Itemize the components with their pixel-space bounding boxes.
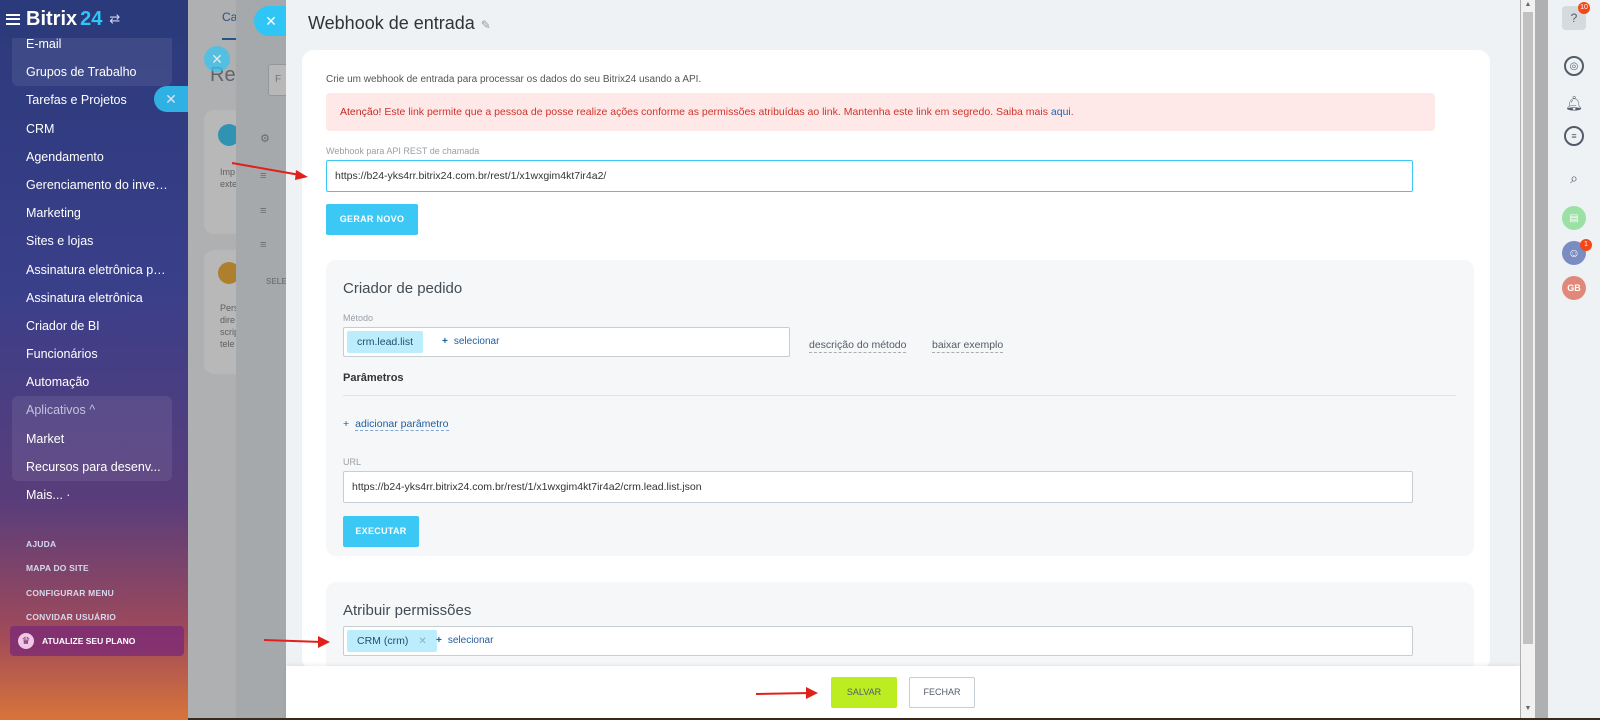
close-slider-button[interactable]: ✕: [254, 6, 288, 36]
sidebar-item-apps[interactable]: Aplicativos ^: [12, 396, 172, 424]
crown-icon: ♛: [18, 633, 34, 649]
method-description-link[interactable]: descrição do método: [809, 339, 907, 353]
plus-icon-param: +: [343, 418, 350, 430]
security-alert: Atenção! Este link permite que a pessoa …: [326, 93, 1435, 131]
user-avatar[interactable]: GB: [1562, 276, 1586, 300]
configure-menu-link[interactable]: CONFIGURAR MENU: [26, 581, 116, 605]
sidebar-header: Bitrix 24 ⇄: [0, 0, 188, 38]
scroll-down-icon[interactable]: ▼: [1523, 704, 1533, 714]
webhook-url-label: Webhook para API REST de chamada: [326, 146, 480, 156]
sidebar-item-automation[interactable]: Automação: [12, 368, 172, 396]
request-builder-section: Criador de pedido Método crm.lead.list +…: [326, 260, 1474, 556]
parameters-title: Parâmetros: [343, 372, 404, 384]
download-example-link[interactable]: baixar exemplo: [932, 339, 1004, 353]
upgrade-plan-button[interactable]: ♛ ATUALIZE SEU PLANO: [10, 626, 184, 656]
sidebar-item-market[interactable]: Market: [12, 425, 172, 453]
panel-footer: SALVAR FECHAR: [286, 666, 1520, 720]
webhook-url-field[interactable]: https://b24-yks4rr.bitrix24.com.br/rest/…: [326, 160, 1413, 192]
url-label: URL: [343, 457, 362, 467]
help-badge: 10: [1578, 2, 1590, 14]
alert-prefix: Atenção!: [340, 106, 382, 118]
sidebar-item-crm[interactable]: CRM: [12, 115, 172, 143]
upgrade-plan-label: ATUALIZE SEU PLANO: [42, 636, 136, 646]
sidebar-menu: E-mail Grupos de Trabalho Tarefas e Proj…: [12, 30, 172, 509]
permissions-title: Atribuir permissões: [343, 602, 472, 619]
bell-icon[interactable]: 🔔︎: [1562, 91, 1586, 115]
annotation-arrow-webhook: [231, 162, 308, 180]
alert-text: Este link permite que a pessoa de posse …: [381, 106, 1051, 118]
request-builder-title: Criador de pedido: [343, 280, 463, 297]
sidebar-group-apps: Aplicativos ^ Market Recursos para desen…: [12, 396, 172, 481]
search-icon[interactable]: ⌕: [1562, 166, 1586, 190]
parameters-divider: [343, 395, 1456, 396]
page-title-text: Webhook de entrada: [308, 13, 475, 33]
permissions-select-label: selecionar: [447, 635, 494, 646]
sidebar-item-sites[interactable]: Sites e lojas: [12, 227, 172, 255]
method-select-link[interactable]: + selecionar: [442, 336, 499, 347]
sidebar-item-esign-for[interactable]: Assinatura eletrônica para...: [12, 256, 172, 284]
notes-icon[interactable]: ▤: [1562, 206, 1586, 230]
copilot-icon[interactable]: ◎: [1564, 56, 1584, 76]
scrollbar-thumb[interactable]: [1523, 12, 1533, 644]
method-select-label: selecionar: [453, 336, 500, 347]
sidebar-item-marketing[interactable]: Marketing: [12, 199, 172, 227]
sidebar-group-top: E-mail Grupos de Trabalho: [12, 30, 172, 87]
close-icon-background: ✕: [204, 46, 230, 72]
permissions-select-link[interactable]: + selecionar: [436, 635, 493, 646]
right-toolbar: ? 10 ◎ 🔔︎ ≡ ⌕ ▤ ☺ 1 GB: [1548, 0, 1600, 720]
bitrix-logo[interactable]: Bitrix 24: [26, 8, 102, 31]
sidebar-item-dev-resources[interactable]: Recursos para desenv...: [12, 453, 172, 481]
add-parameter-link[interactable]: + adicionar parâmetro: [343, 418, 449, 431]
plus-icon: +: [442, 336, 448, 347]
webhook-slider-panel: Webhook de entrada ✎ Crie um webhook de e…: [286, 0, 1520, 720]
sidebar-item-esign[interactable]: Assinatura eletrônica: [12, 284, 172, 312]
sidebar-bottom-links: AJUDA MAPA DO SITE CONFIGURAR MENU CONVI…: [26, 532, 116, 629]
permission-tag-label: CRM (crm): [357, 635, 409, 647]
avatar-badge: 1: [1580, 239, 1592, 251]
sidebar-item-booking[interactable]: Agendamento: [12, 143, 172, 171]
intro-text: Crie um webhook de entrada para processa…: [326, 74, 702, 85]
annotation-arrow-permissions: [263, 636, 330, 648]
sidebar-item-bi[interactable]: Criador de BI: [12, 312, 172, 340]
sidebar-item-employees[interactable]: Funcionários: [12, 340, 172, 368]
close-button[interactable]: FECHAR: [909, 677, 975, 708]
learn-more-link[interactable]: aqui: [1051, 106, 1071, 118]
sidebar-item-tasks[interactable]: Tarefas e Projetos: [12, 86, 172, 114]
method-label: Método: [343, 313, 374, 323]
menu-icon[interactable]: [6, 13, 20, 25]
save-button[interactable]: SALVAR: [831, 677, 897, 708]
swap-icon[interactable]: ⇄: [109, 11, 120, 27]
close-icon-secondary[interactable]: ✕: [154, 86, 188, 112]
permissions-selector[interactable]: [343, 626, 1413, 656]
method-tag[interactable]: crm.lead.list: [347, 331, 424, 353]
scroll-up-icon[interactable]: ▲: [1523, 0, 1533, 10]
pencil-icon[interactable]: ✎: [481, 18, 491, 32]
help-link[interactable]: AJUDA: [26, 532, 116, 556]
generate-new-button[interactable]: GERAR NOVO: [326, 204, 418, 235]
webhook-card: Crie um webhook de entrada para processa…: [302, 50, 1490, 672]
annotation-arrow-save: [755, 687, 818, 699]
sidebar-item-more[interactable]: Mais... ·: [12, 481, 172, 509]
permissions-section: Atribuir permissões CRM (crm) ✕ + selecion…: [326, 582, 1474, 672]
page-title: Webhook de entrada ✎: [308, 13, 491, 34]
execute-button[interactable]: EXECUTAR: [343, 516, 419, 547]
sidebar-item-workgroups[interactable]: Grupos de Trabalho: [12, 58, 172, 86]
sitemap-link[interactable]: MAPA DO SITE: [26, 556, 116, 580]
permission-tag-crm[interactable]: CRM (crm) ✕: [347, 630, 437, 652]
request-url-field[interactable]: https://b24-yks4rr.bitrix24.com.br/rest/…: [343, 471, 1413, 503]
chat-icon[interactable]: ≡: [1564, 126, 1584, 146]
remove-tag-icon[interactable]: ✕: [418, 636, 426, 647]
add-parameter-label: adicionar parâmetro: [355, 418, 449, 431]
sidebar-item-inventory[interactable]: Gerenciamento do invent...: [12, 171, 172, 199]
plus-icon-permissions: +: [436, 635, 442, 646]
alert-suffix: .: [1070, 106, 1074, 118]
